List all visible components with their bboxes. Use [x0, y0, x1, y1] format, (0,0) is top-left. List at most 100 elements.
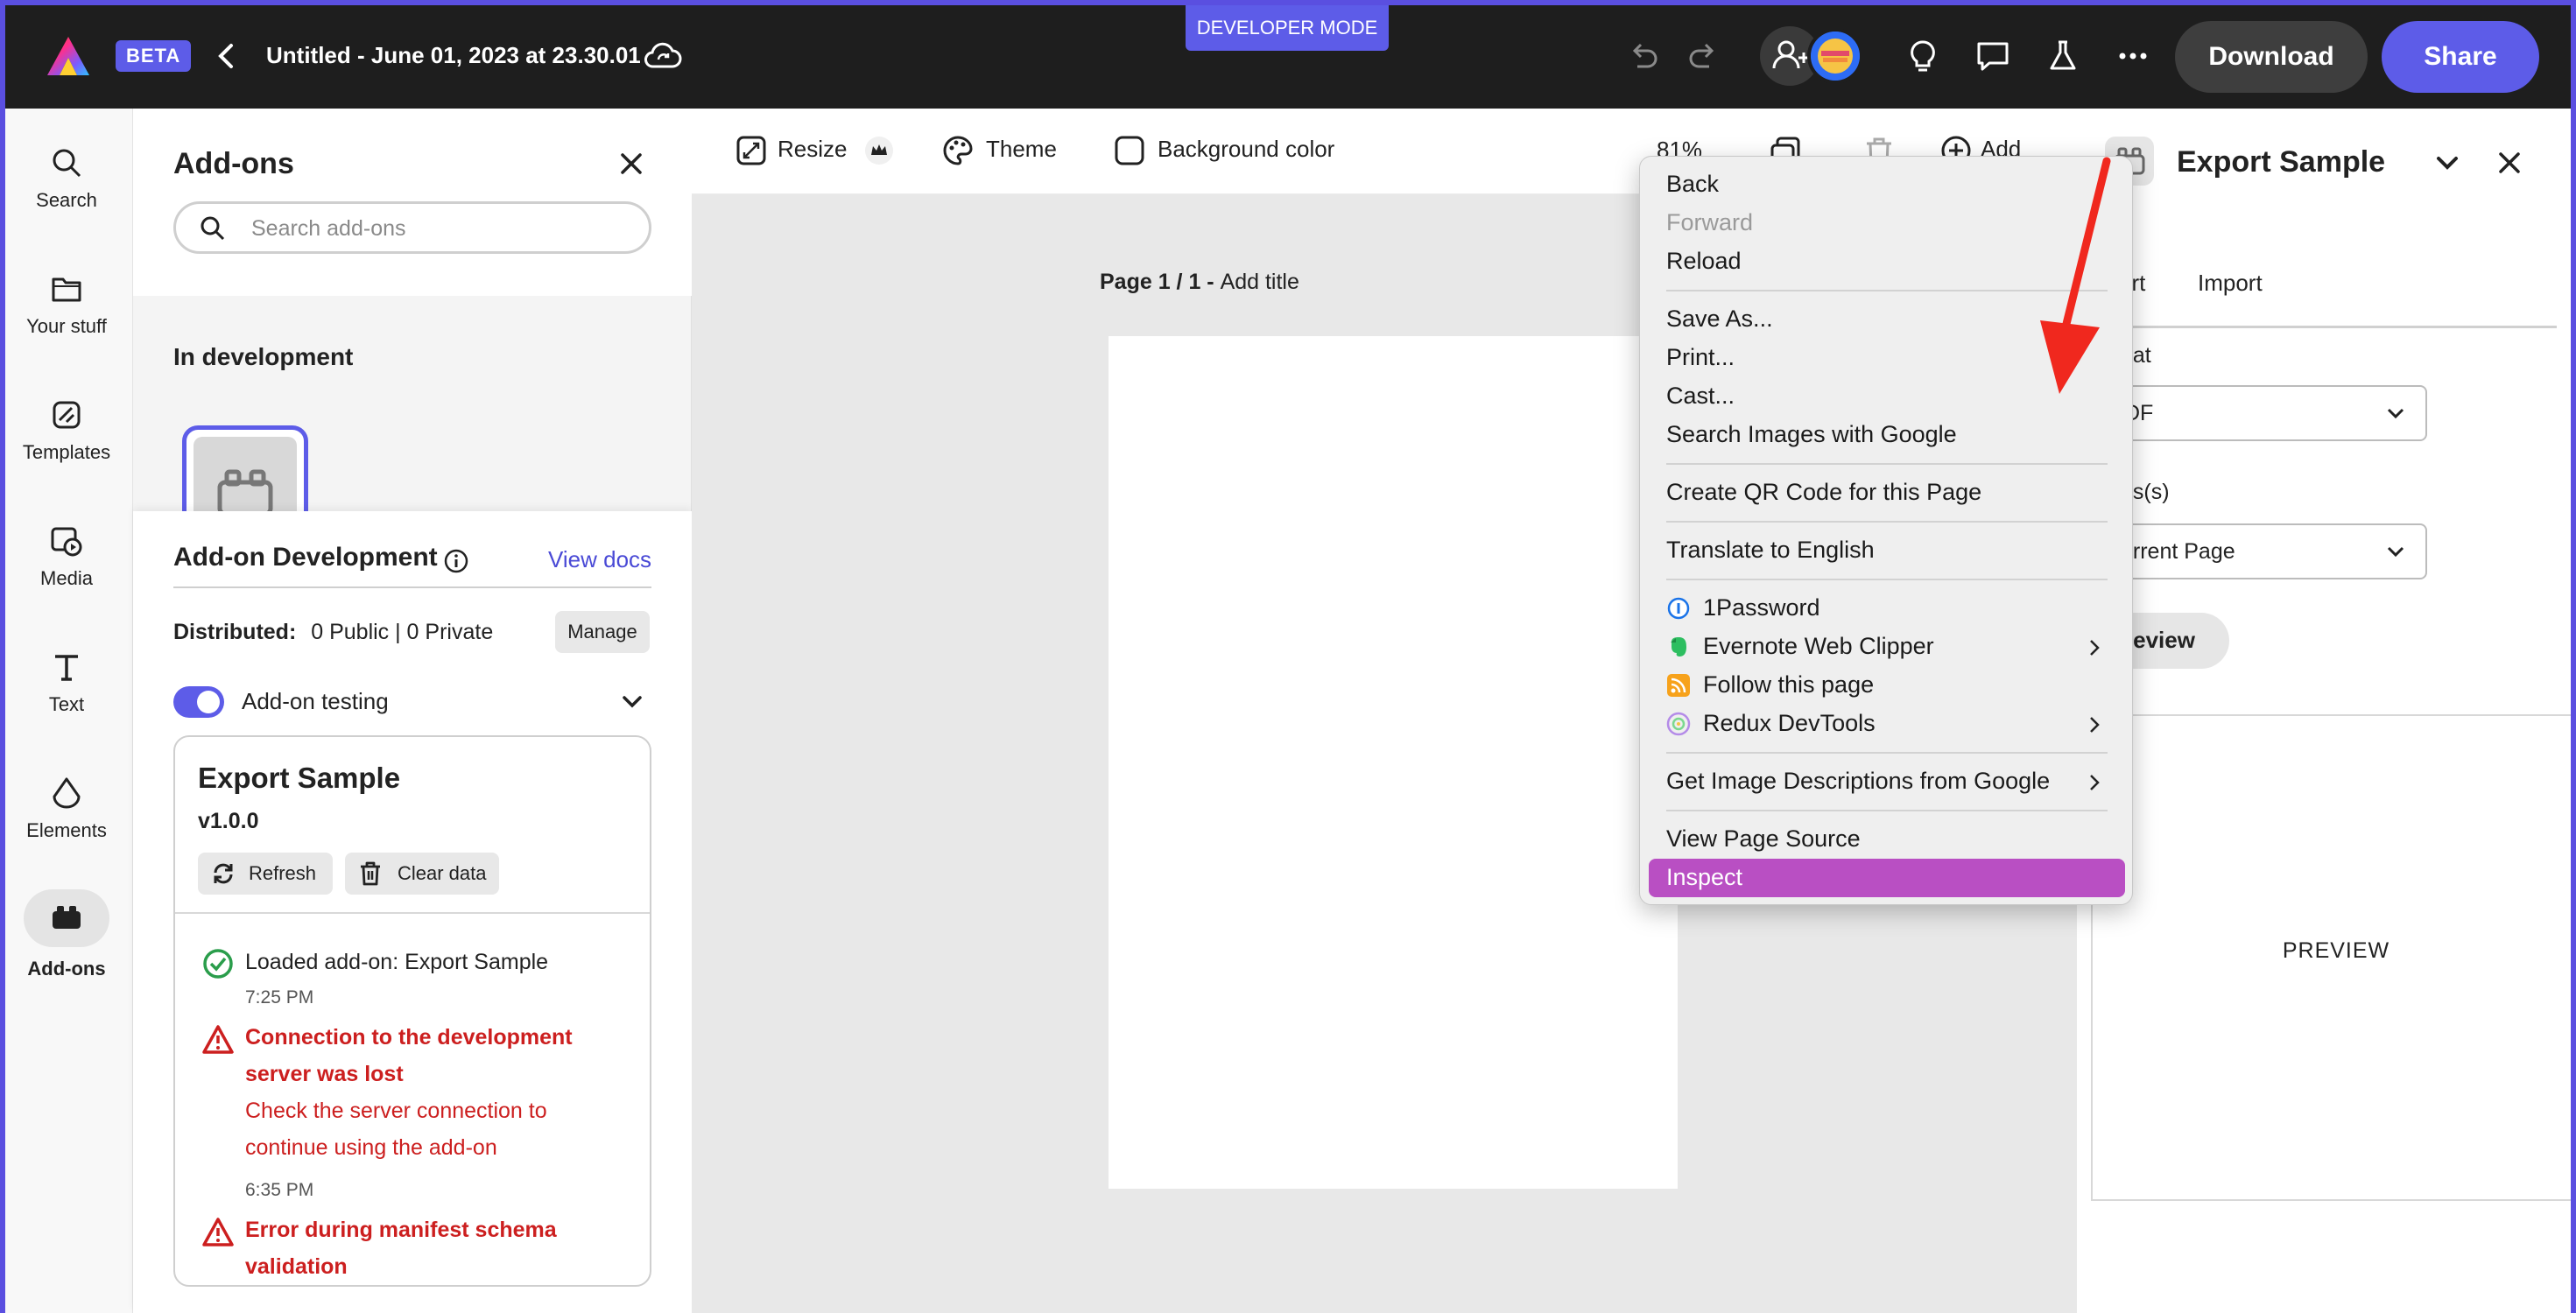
log-error-title: validation [245, 1254, 348, 1279]
annotation-arrow-icon [2040, 157, 2111, 394]
preview-area: PREVIEW [2091, 714, 2576, 1201]
rail-item-text[interactable]: Text [0, 649, 133, 716]
log-message: Loaded add-on: Export Sample [245, 950, 549, 974]
redo-icon[interactable] [1686, 39, 1721, 74]
search-icon [53, 149, 81, 178]
pages-value: urrent Page [2121, 539, 2235, 564]
clear-data-button[interactable]: Clear data [345, 853, 499, 895]
export-sample-title: Export Sample [2177, 145, 2386, 179]
app-logo[interactable] [46, 35, 91, 79]
menu-item-image-descriptions[interactable]: Get Image Descriptions from Google [1666, 768, 2050, 795]
redux-devtools-icon [1666, 712, 1691, 736]
menu-item-save-as[interactable]: Save As... [1666, 305, 1773, 333]
share-button[interactable]: Share [2382, 21, 2539, 93]
format-select[interactable]: DF [2108, 385, 2427, 441]
refresh-icon [214, 863, 233, 884]
menu-item-back[interactable]: Back [1666, 171, 1719, 198]
chevron-down-icon[interactable] [620, 692, 644, 713]
menu-item-create-qr-code[interactable]: Create QR Code for this Page [1666, 479, 1981, 506]
menu-separator [1666, 810, 2108, 811]
design-page[interactable] [1109, 336, 1678, 1189]
beta-badge: BETA [116, 40, 192, 72]
flask-icon[interactable] [2044, 37, 2082, 75]
close-icon[interactable] [2494, 147, 2525, 179]
log-error-detail: Check the server connection to [245, 1099, 547, 1123]
warning-icon [202, 1218, 234, 1246]
text-icon [55, 655, 78, 681]
menu-separator [1666, 521, 2108, 523]
page-number: Page 1 / 1 - [1100, 270, 1221, 294]
close-icon[interactable] [615, 147, 648, 180]
rail-label: Templates [22, 441, 111, 463]
more-options-icon[interactable] [2114, 37, 2152, 75]
success-check-icon [203, 949, 233, 979]
addon-development-title: Add-on Development [173, 543, 438, 572]
distributed-value: 0 Public | 0 Private [311, 620, 494, 644]
theme-label: Theme [986, 135, 1057, 162]
chevron-down-icon[interactable] [2432, 151, 2462, 177]
menu-item-reload[interactable]: Reload [1666, 248, 1742, 275]
download-button[interactable]: Download [2175, 21, 2368, 93]
left-rail: Search Your stuff Templates Media Text E… [0, 109, 133, 1313]
menu-item-translate[interactable]: Translate to English [1666, 537, 1875, 564]
resize-button[interactable]: Resize [735, 135, 894, 166]
menu-item-follow-page[interactable]: Follow this page [1703, 671, 1874, 699]
rail-item-search[interactable]: Search [0, 145, 133, 212]
menu-item-print[interactable]: Print... [1666, 344, 1735, 371]
addon-testing-toggle[interactable] [173, 686, 224, 718]
in-development-heading: In development [173, 343, 354, 370]
rail-label: Add-ons [27, 958, 106, 979]
refresh-button[interactable]: Refresh [198, 853, 333, 895]
rail-label: Search [36, 189, 97, 211]
chevron-down-icon [2387, 546, 2404, 558]
cloud-sync-icon[interactable] [643, 39, 683, 74]
evernote-icon [1671, 637, 1686, 656]
document-title[interactable]: Untitled - June 01, 2023 at 23.30.01 [266, 42, 641, 69]
rail-item-media[interactable]: Media [0, 523, 133, 590]
theme-button[interactable]: Theme [942, 135, 1057, 166]
view-docs-link[interactable]: View docs [548, 546, 651, 573]
tab-underline [2077, 326, 2557, 328]
comment-icon[interactable] [1974, 37, 2012, 75]
menu-item-redux-devtools[interactable]: Redux DevTools [1703, 710, 1876, 737]
rail-item-your-stuff[interactable]: Your stuff [0, 271, 133, 338]
addon-development-sheet: Add-on Development View docs Distributed… [133, 511, 692, 1313]
addons-panel: Add-ons Search add-ons In development Ad… [133, 109, 692, 1313]
elements-icon [53, 777, 81, 809]
warning-icon [202, 1025, 234, 1054]
tab-import[interactable]: Import [2198, 270, 2263, 297]
menu-item-inspect[interactable]: Inspect [1666, 864, 1742, 891]
pages-select[interactable]: urrent Page [2108, 523, 2427, 579]
menu-item-search-images[interactable]: Search Images with Google [1666, 421, 1957, 448]
search-placeholder: Search add-ons [251, 216, 406, 241]
search-addons-input[interactable]: Search add-ons [173, 201, 651, 254]
manage-button[interactable]: Manage [555, 611, 650, 653]
addon-card-title: Export Sample [198, 762, 401, 794]
rail-item-templates[interactable]: Templates [0, 397, 133, 464]
rail-item-elements[interactable]: Elements [0, 776, 133, 842]
page-label: Page 1 / 1 - Add title [1100, 270, 1299, 295]
page-title-input[interactable]: Add title [1221, 270, 1299, 294]
back-chevron-icon[interactable] [210, 37, 242, 75]
menu-item-cast[interactable]: Cast... [1666, 383, 1735, 410]
undo-icon[interactable] [1625, 39, 1660, 74]
menu-separator [1666, 579, 2108, 580]
resize-label: Resize [778, 135, 848, 162]
menu-item-forward[interactable]: Forward [1666, 209, 1753, 236]
divider [175, 912, 650, 914]
menu-item-view-source[interactable]: View Page Source [1666, 825, 1861, 853]
rail-label: Your stuff [26, 315, 107, 337]
log-time: 6:35 PM [245, 1180, 314, 1200]
menu-item-1password[interactable]: 1Password [1703, 594, 1820, 621]
background-color-label: Background color [1158, 135, 1335, 162]
lightbulb-icon[interactable] [1904, 37, 1942, 75]
menu-item-evernote[interactable]: Evernote Web Clipper [1703, 633, 1934, 660]
chevron-down-icon [2387, 408, 2404, 419]
background-color-button[interactable]: Background color [1114, 135, 1334, 166]
rail-item-add-ons[interactable]: Add-ons [0, 889, 133, 980]
user-avatar[interactable] [1807, 28, 1863, 84]
addon-card-version: v1.0.0 [198, 809, 259, 833]
info-icon[interactable] [443, 548, 469, 574]
addon-card: Export Sample v1.0.0 Refresh Clear data … [173, 735, 651, 1287]
menu-separator [1666, 752, 2108, 754]
